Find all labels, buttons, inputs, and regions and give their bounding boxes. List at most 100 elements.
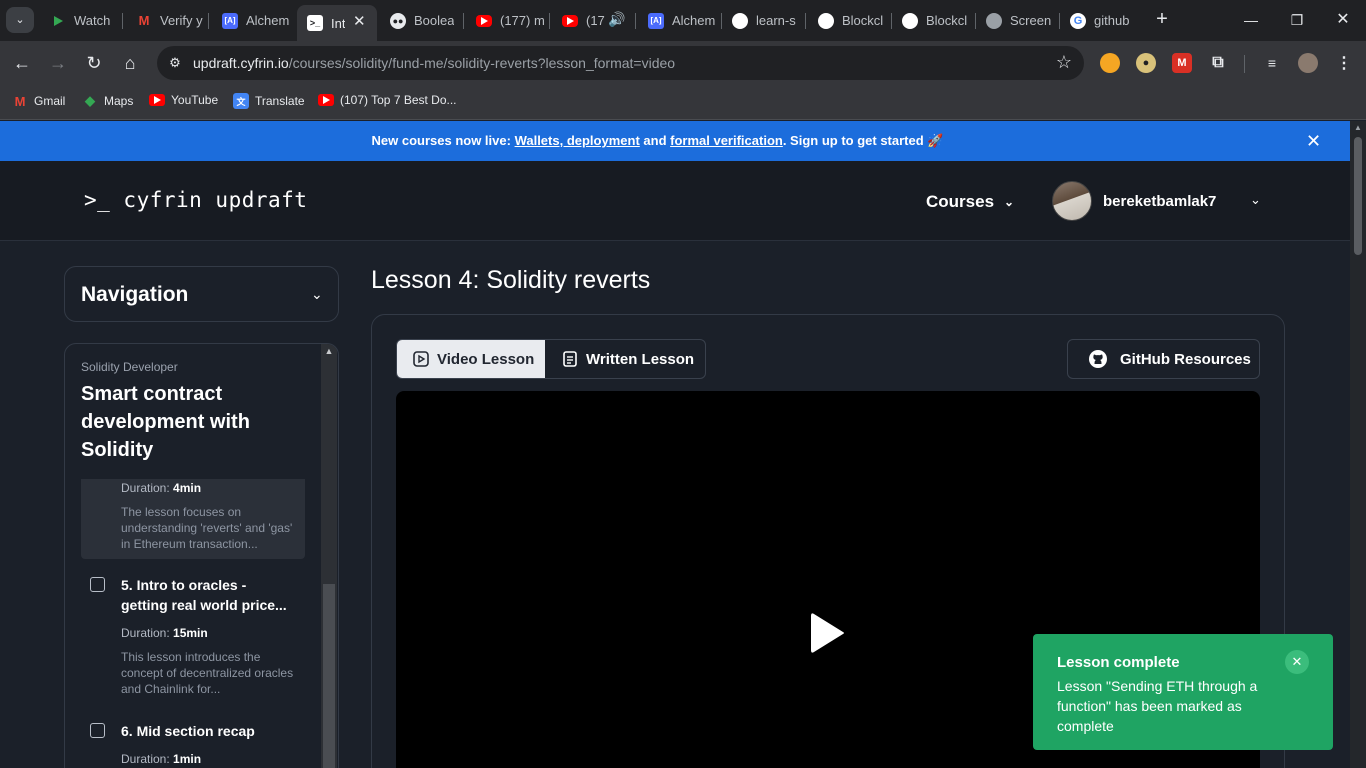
duration-label: Duration: xyxy=(121,626,174,640)
banner-prefix: New courses now live: xyxy=(371,133,515,148)
back-button[interactable]: ← xyxy=(8,49,36,77)
alchemy-icon: [A] xyxy=(222,12,238,29)
browser-tab[interactable]: M Verify y xyxy=(126,6,206,35)
github-icon xyxy=(818,12,834,29)
metamask-extension-icon[interactable] xyxy=(1100,53,1120,73)
bookmark-label: YouTube xyxy=(171,93,219,107)
browser-tab[interactable]: (177) m xyxy=(466,6,546,35)
browser-tab[interactable]: G github xyxy=(1060,6,1140,35)
banner-close-icon[interactable]: ✕ xyxy=(1306,131,1321,152)
banner-link-wallets[interactable]: Wallets, deployment xyxy=(515,133,640,148)
page-viewport: New courses now live: Wallets, deploymen… xyxy=(0,121,1350,768)
scrollbar-thumb[interactable] xyxy=(323,584,335,768)
lesson-title[interactable]: 5. Intro to oracles - getting real world… xyxy=(121,575,296,615)
duration-label: Duration: xyxy=(121,752,174,766)
tab-title: Blockcl xyxy=(842,13,884,28)
bookmark-youtube-video[interactable]: (107) Top 7 Best Do... xyxy=(318,93,457,107)
page-scrollbar[interactable]: ▲ xyxy=(1350,121,1366,768)
chevron-down-icon[interactable]: ⌄ xyxy=(1250,192,1261,208)
bookmark-gmail[interactable]: M Gmail xyxy=(12,93,66,109)
banner-middle: and xyxy=(639,133,671,148)
browser-tab[interactable]: Blockcl xyxy=(808,6,888,35)
video-lesson-label: Video Lesson xyxy=(437,350,535,368)
site-logo[interactable]: >_ cyfrin updraft xyxy=(84,188,307,212)
tab-title: github xyxy=(1094,13,1130,28)
site-info-icon[interactable]: ⚙ xyxy=(165,53,185,73)
cyfrin-icon: >_ xyxy=(307,15,323,31)
tab-title: (17 xyxy=(586,13,605,28)
play-icon xyxy=(50,13,66,29)
browser-tab[interactable]: learn-s xyxy=(722,6,802,35)
banner-text: New courses now live: Wallets, deploymen… xyxy=(0,133,1315,149)
scroll-up-icon[interactable]: ▲ xyxy=(321,346,337,356)
reload-button[interactable]: ↻ xyxy=(80,49,108,77)
minimize-button[interactable]: — xyxy=(1228,8,1274,32)
avatar[interactable] xyxy=(1052,181,1092,221)
browser-tab[interactable]: Blockcl xyxy=(892,6,972,35)
username[interactable]: bereketbamlak7 xyxy=(1103,193,1216,210)
scroll-up-icon[interactable]: ▲ xyxy=(1350,123,1366,132)
speaker-icon[interactable]: 🔊 xyxy=(608,11,625,28)
url-text[interactable]: updraft.cyfrin.io/courses/solidity/fund-… xyxy=(193,55,675,71)
lesson-checkbox[interactable] xyxy=(90,577,105,592)
profile-avatar-icon[interactable] xyxy=(1298,53,1318,73)
browser-tab[interactable]: Watch xyxy=(40,6,120,35)
scrollbar-thumb[interactable] xyxy=(1354,137,1362,255)
new-tab-button[interactable]: + xyxy=(1151,8,1173,30)
lesson-description: The lesson focuses on understanding 'rev… xyxy=(121,505,293,551)
browser-tab-strip: ⌄ Watch M Verify y [A] Alchem >_ Int ✕ ●… xyxy=(0,0,1366,41)
announcement-banner: New courses now live: Wallets, deploymen… xyxy=(0,121,1350,161)
github-resources-label: GitHub Resources xyxy=(1120,350,1251,368)
extension-icon[interactable]: M xyxy=(1172,53,1192,73)
ninja-extension-icon[interactable]: ● xyxy=(1136,53,1156,73)
duration-value: 15min xyxy=(173,626,208,640)
banner-link-formal-verification[interactable]: formal verification xyxy=(670,133,783,148)
tab-title: Blockcl xyxy=(926,13,968,28)
tab-search-button[interactable]: ⌄ xyxy=(6,7,34,33)
browser-tab[interactable]: (17 🔊 xyxy=(552,6,632,35)
courses-menu[interactable]: Courses ⌄ xyxy=(926,192,1014,212)
gmail-icon: M xyxy=(14,93,26,109)
duration-value: 1min xyxy=(173,752,202,766)
extensions-puzzle-icon[interactable]: ⧉ xyxy=(1208,53,1228,73)
browser-tab[interactable]: [A] Alchem xyxy=(212,6,292,35)
restore-button[interactable]: ❐ xyxy=(1274,8,1320,32)
sidebar-scrollbar[interactable]: ▲ xyxy=(321,344,337,768)
lesson-duration: Duration: 4min xyxy=(121,481,201,495)
tab-divider xyxy=(549,13,550,29)
close-tab-icon[interactable]: ✕ xyxy=(353,12,366,30)
browser-tab[interactable]: [A] Alchem xyxy=(638,6,718,35)
media-control-icon[interactable]: ≡ xyxy=(1262,53,1282,73)
chrome-menu-icon[interactable]: ⋮ xyxy=(1334,53,1354,73)
list-item-current[interactable]: Duration: 4min The lesson focuses on und… xyxy=(81,479,305,559)
written-lesson-tab[interactable]: Written Lesson xyxy=(546,340,706,378)
bookmark-youtube[interactable]: YouTube xyxy=(149,93,218,107)
bookmark-label: Translate xyxy=(255,94,305,108)
forward-button[interactable]: → xyxy=(44,49,72,77)
address-bar[interactable]: ⚙ updraft.cyfrin.io/courses/solidity/fun… xyxy=(157,46,1084,80)
toast-title: Lesson complete xyxy=(1057,654,1180,671)
play-icon[interactable] xyxy=(810,611,846,655)
bookmark-star-icon[interactable]: ☆ xyxy=(1056,52,1072,73)
lesson-checkbox[interactable] xyxy=(90,723,105,738)
tab-title: Int xyxy=(331,15,346,31)
close-icon[interactable]: ✕ xyxy=(1285,650,1309,674)
gmail-icon: M xyxy=(138,13,150,28)
written-lesson-label: Written Lesson xyxy=(586,350,695,368)
browser-tab[interactable]: ●● Boolea xyxy=(380,6,460,35)
tab-divider xyxy=(463,13,464,29)
lesson-title[interactable]: 6. Mid section recap xyxy=(121,721,296,741)
navigation-title: Navigation xyxy=(81,283,189,306)
video-lesson-tab[interactable]: Video Lesson xyxy=(397,340,545,378)
browser-tab[interactable]: Screen xyxy=(976,6,1056,35)
lesson-format-toggle: Video Lesson Written Lesson xyxy=(396,339,706,379)
tab-title: Verify y xyxy=(160,13,203,28)
bookmark-maps[interactable]: ◆ Maps xyxy=(82,93,133,109)
bookmark-label: Maps xyxy=(104,94,134,108)
home-button[interactable]: ⌂ xyxy=(116,49,144,77)
github-resources-button[interactable]: GitHub Resources xyxy=(1067,339,1260,379)
close-window-button[interactable]: ✕ xyxy=(1320,8,1366,32)
navigation-dropdown[interactable]: Navigation ⌄ xyxy=(64,266,339,322)
bookmark-translate[interactable]: 文 Translate xyxy=(233,93,305,109)
browser-tab-active[interactable]: >_ Int ✕ xyxy=(297,5,377,41)
